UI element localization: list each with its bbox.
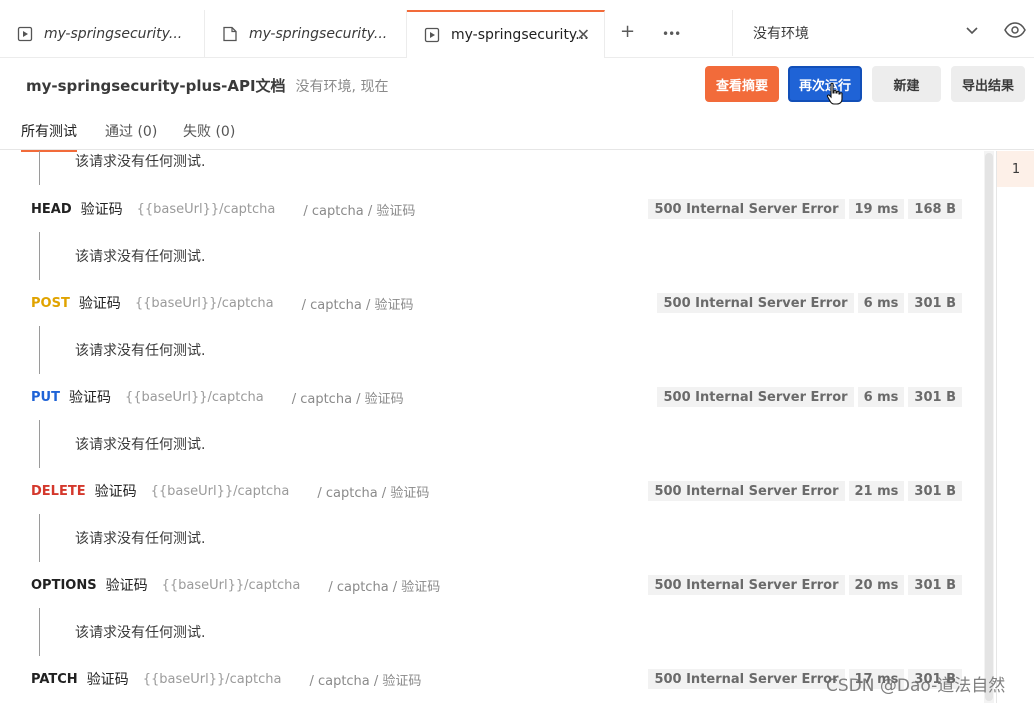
request-url: {{baseUrl}}/captcha bbox=[134, 295, 274, 311]
document-tab-icon bbox=[221, 25, 239, 43]
no-tests-message: 该请求没有任何测试. bbox=[75, 625, 206, 641]
request-path: / captcha / 验证码 bbox=[303, 203, 416, 219]
test-block: 该请求没有任何测试. bbox=[39, 151, 979, 185]
tab-label: my-springsecurity... bbox=[249, 26, 388, 42]
runner-tab-icon bbox=[423, 26, 441, 44]
size-badge: 301 B bbox=[908, 481, 962, 501]
chevron-down-icon bbox=[966, 24, 978, 38]
request-name: 验证码 bbox=[94, 484, 137, 500]
size-badge: 301 B bbox=[908, 293, 962, 313]
status-badge: 500 Internal Server Error bbox=[648, 575, 845, 595]
size-badge: 301 B bbox=[908, 387, 962, 407]
run-header: my-springsecurity-plus-API文档 没有环境, 现在 bbox=[26, 75, 388, 96]
test-block: 该请求没有任何测试. bbox=[39, 514, 979, 562]
request-path: / captcha / 验证码 bbox=[291, 391, 404, 407]
request-row-head[interactable]: HEAD 验证码 {{baseUrl}}/captcha / captcha /… bbox=[0, 199, 984, 219]
request-name: 验证码 bbox=[105, 578, 148, 594]
request-url: {{baseUrl}}/captcha bbox=[150, 483, 290, 499]
tab-label: my-springsecurity... bbox=[451, 27, 589, 43]
tab-document[interactable]: my-springsecurity... bbox=[205, 10, 407, 58]
request-path: / captcha / 验证码 bbox=[309, 673, 422, 689]
watermark-text: CSDN @Dao-道法自然 bbox=[826, 676, 1006, 696]
time-badge: 21 ms bbox=[848, 481, 905, 501]
new-button[interactable]: 新建 bbox=[872, 66, 941, 102]
status-badge: 500 Internal Server Error bbox=[648, 481, 845, 501]
tab-request-1[interactable]: my-springsecurity... bbox=[0, 10, 205, 58]
request-row-delete[interactable]: DELETE 验证码 {{baseUrl}}/captcha / captcha… bbox=[0, 481, 984, 501]
vertical-scrollbar[interactable] bbox=[984, 151, 994, 703]
time-badge: 6 ms bbox=[857, 387, 905, 407]
request-row-put[interactable]: PUT 验证码 {{baseUrl}}/captcha / captcha / … bbox=[0, 387, 984, 407]
request-name: 验证码 bbox=[80, 202, 123, 218]
size-badge: 168 B bbox=[908, 199, 962, 219]
request-path: / captcha / 验证码 bbox=[301, 297, 414, 313]
request-path: / captcha / 验证码 bbox=[328, 579, 441, 595]
tab-failed[interactable]: 失败 (0) bbox=[183, 121, 235, 150]
environment-label: 没有环境 bbox=[753, 26, 809, 42]
http-method: PUT bbox=[31, 389, 60, 405]
request-tab-icon bbox=[16, 25, 34, 43]
close-icon[interactable]: ✕ bbox=[577, 26, 590, 44]
results-list: 该请求没有任何测试. HEAD 验证码 {{baseUrl}}/captcha … bbox=[0, 151, 984, 703]
no-tests-message: 该请求没有任何测试. bbox=[75, 154, 206, 170]
time-badge: 6 ms bbox=[857, 293, 905, 313]
test-filter-tabs: 所有测试 通过 (0) 失败 (0) bbox=[0, 112, 1034, 152]
response-badges: 500 Internal Server Error 20 ms 301 B bbox=[648, 575, 962, 595]
eye-icon[interactable] bbox=[1004, 22, 1026, 38]
http-method: PATCH bbox=[31, 671, 78, 687]
response-badges: 500 Internal Server Error 21 ms 301 B bbox=[648, 481, 962, 501]
scrollbar-thumb[interactable] bbox=[985, 153, 993, 701]
response-badges: 500 Internal Server Error 6 ms 301 B bbox=[657, 293, 962, 313]
no-tests-message: 该请求没有任何测试. bbox=[75, 437, 206, 453]
export-results-button[interactable]: 导出结果 bbox=[951, 66, 1025, 102]
iteration-panel: 1 bbox=[996, 151, 1034, 703]
tab-passed[interactable]: 通过 (0) bbox=[105, 121, 157, 150]
more-options-icon[interactable]: ••• bbox=[662, 24, 681, 44]
response-badges: 500 Internal Server Error 6 ms 301 B bbox=[657, 387, 962, 407]
no-tests-message: 该请求没有任何测试. bbox=[75, 249, 206, 265]
status-badge: 500 Internal Server Error bbox=[657, 387, 854, 407]
tab-all-tests[interactable]: 所有测试 bbox=[21, 121, 77, 152]
no-tests-message: 该请求没有任何测试. bbox=[75, 531, 206, 547]
test-block: 该请求没有任何测试. bbox=[39, 232, 979, 280]
http-method: POST bbox=[31, 295, 70, 311]
environment-selector[interactable]: 没有环境 bbox=[732, 10, 994, 56]
status-badge: 500 Internal Server Error bbox=[648, 669, 845, 689]
test-block: 该请求没有任何测试. bbox=[39, 326, 979, 374]
run-again-button[interactable]: 再次运行 bbox=[788, 66, 862, 102]
response-badges: 500 Internal Server Error 19 ms 168 B bbox=[648, 199, 962, 219]
request-url: {{baseUrl}}/captcha bbox=[124, 389, 264, 405]
test-block: 该请求没有任何测试. bbox=[39, 420, 979, 468]
http-method: DELETE bbox=[31, 483, 86, 499]
request-path: / captcha / 验证码 bbox=[317, 485, 430, 501]
view-summary-button[interactable]: 查看摘要 bbox=[705, 66, 779, 102]
iteration-item[interactable]: 1 bbox=[997, 151, 1034, 187]
size-badge: 301 B bbox=[908, 575, 962, 595]
request-name: 验证码 bbox=[78, 296, 121, 312]
status-badge: 500 Internal Server Error bbox=[648, 199, 845, 219]
tab-label: my-springsecurity... bbox=[44, 26, 183, 42]
request-row-options[interactable]: OPTIONS 验证码 {{baseUrl}}/captcha / captch… bbox=[0, 575, 984, 595]
run-meta: 没有环境, 现在 bbox=[295, 79, 389, 95]
request-url: {{baseUrl}}/captcha bbox=[136, 201, 276, 217]
request-url: {{baseUrl}}/captcha bbox=[161, 577, 301, 593]
time-badge: 19 ms bbox=[848, 199, 905, 219]
request-name: 验证码 bbox=[68, 390, 111, 406]
tab-runner-active[interactable]: my-springsecurity... ✕ bbox=[407, 10, 605, 58]
time-badge: 20 ms bbox=[848, 575, 905, 595]
test-block: 该请求没有任何测试. bbox=[39, 608, 979, 656]
http-method: OPTIONS bbox=[31, 577, 97, 593]
run-title: my-springsecurity-plus-API文档 bbox=[26, 77, 286, 95]
no-tests-message: 该请求没有任何测试. bbox=[75, 343, 206, 359]
tab-bar: my-springsecurity... my-springsecurity..… bbox=[0, 0, 1034, 58]
add-tab-icon[interactable]: + bbox=[620, 22, 635, 42]
request-url: {{baseUrl}}/captcha bbox=[142, 671, 282, 687]
http-method: HEAD bbox=[31, 201, 72, 217]
hand-cursor-icon bbox=[826, 82, 844, 106]
status-badge: 500 Internal Server Error bbox=[657, 293, 854, 313]
request-row-post[interactable]: POST 验证码 {{baseUrl}}/captcha / captcha /… bbox=[0, 293, 984, 313]
request-name: 验证码 bbox=[86, 672, 129, 688]
